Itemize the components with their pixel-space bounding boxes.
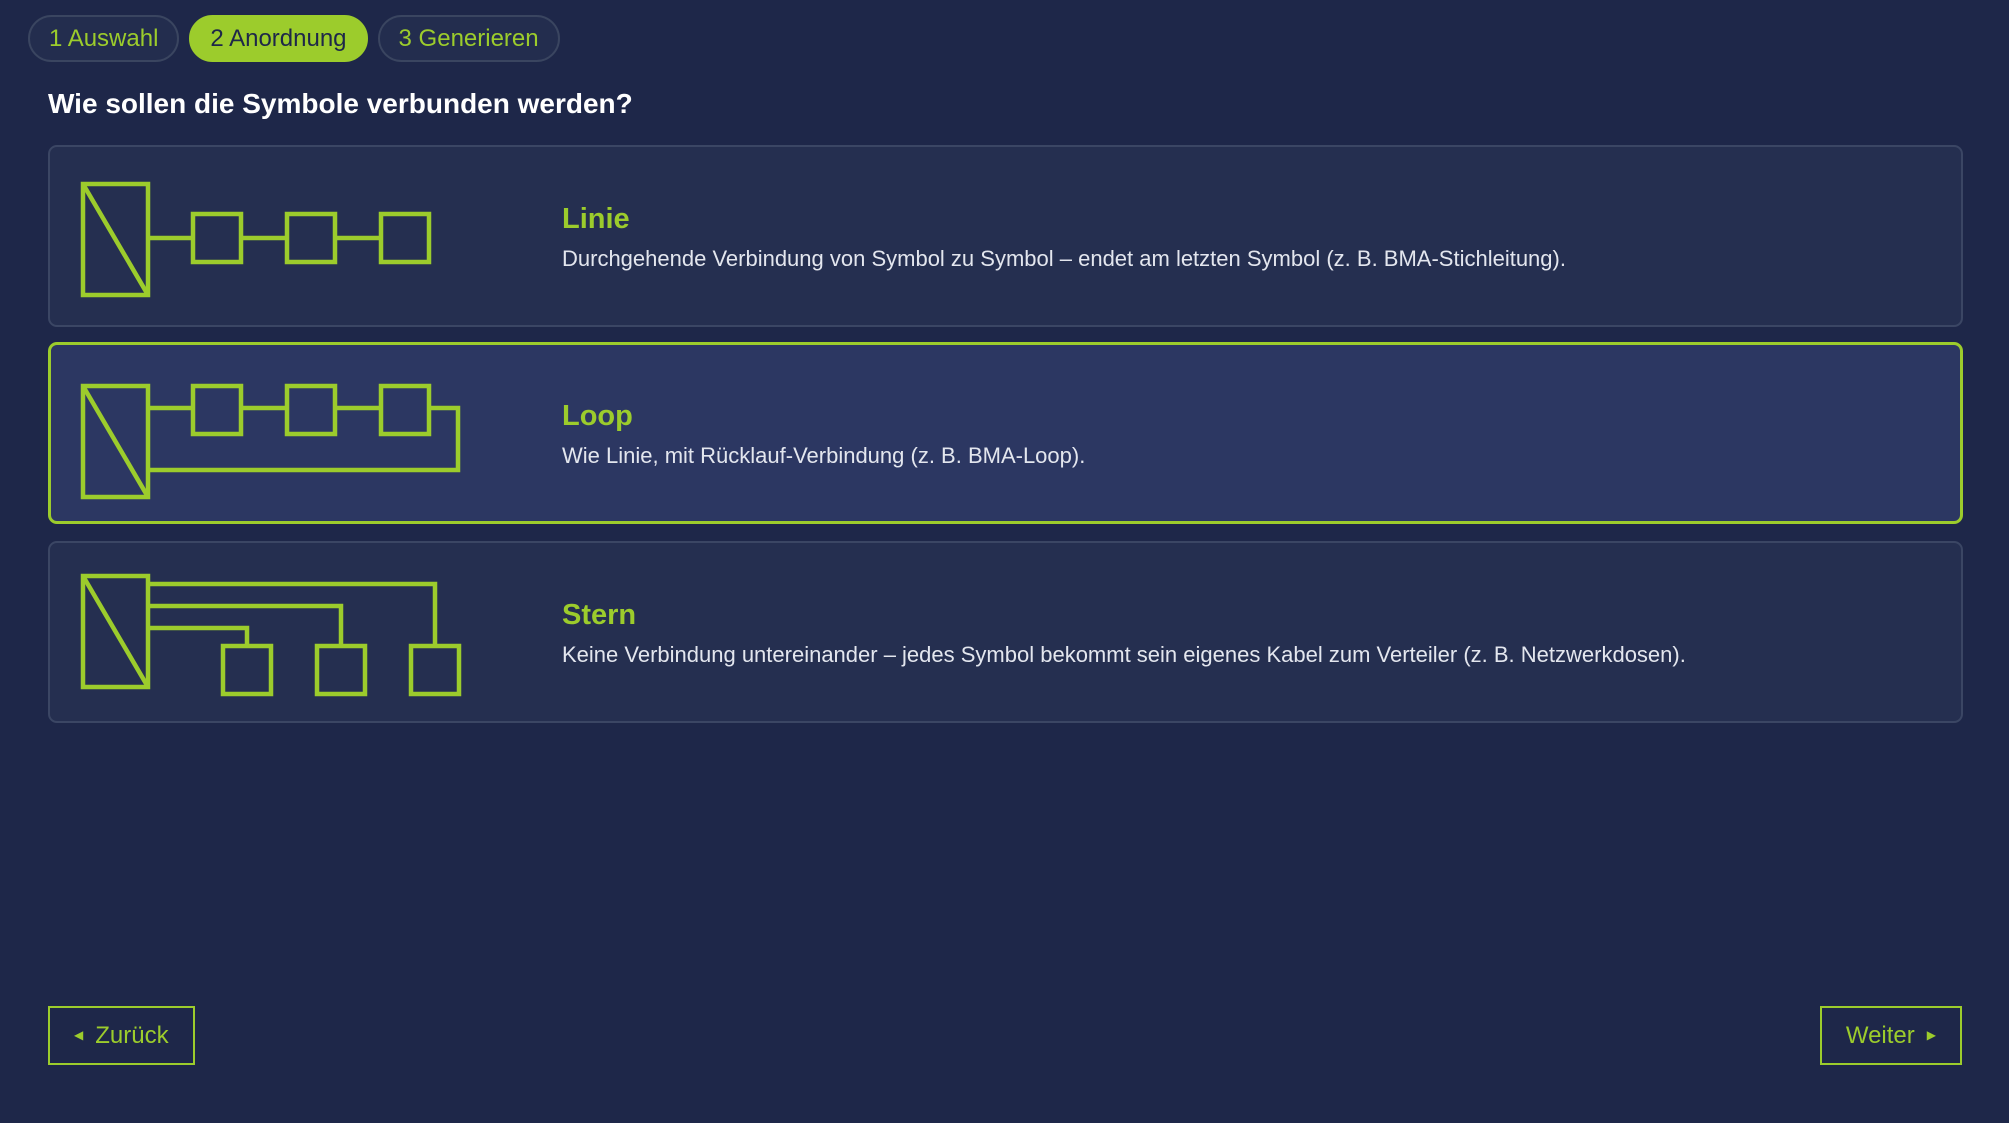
option-linie[interactable]: Linie Durchgehende Verbindung von Symbol…: [48, 145, 1963, 327]
stepper: 1 Auswahl 2 Anordnung 3 Generieren: [28, 15, 560, 62]
back-button-label: Zurück: [95, 1022, 169, 1049]
star-topology-icon: [80, 573, 462, 697]
next-button-label: Weiter: [1845, 1022, 1915, 1049]
step-auswahl[interactable]: 1 Auswahl: [28, 15, 180, 62]
option-description: Durchgehende Verbindung von Symbol zu Sy…: [562, 246, 1566, 271]
option-title: Loop: [562, 400, 633, 432]
caret-right-icon: ▶: [1926, 1028, 1936, 1042]
line-topology-icon: [80, 181, 432, 298]
step-generieren[interactable]: 3 Generieren: [377, 15, 560, 62]
back-button[interactable]: ◀ Zurück: [48, 1006, 195, 1065]
next-button[interactable]: Weiter ▶: [1819, 1006, 1962, 1065]
option-title: Stern: [562, 599, 637, 631]
step-anordnung[interactable]: 2 Anordnung: [189, 15, 368, 62]
option-stern[interactable]: Stern Keine Verbindung untereinander – j…: [48, 541, 1963, 723]
option-loop[interactable]: Loop Wie Linie, mit Rücklauf-Verbindung …: [48, 342, 1963, 524]
option-description: Wie Linie, mit Rücklauf-Verbindung (z. B…: [562, 443, 1086, 468]
option-description: Keine Verbindung untereinander – jedes S…: [562, 642, 1686, 667]
option-title: Linie: [562, 203, 630, 235]
loop-topology-icon: [80, 383, 461, 500]
caret-left-icon: ◀: [74, 1028, 84, 1042]
page-title: Wie sollen die Symbole verbunden werden?: [48, 88, 633, 119]
